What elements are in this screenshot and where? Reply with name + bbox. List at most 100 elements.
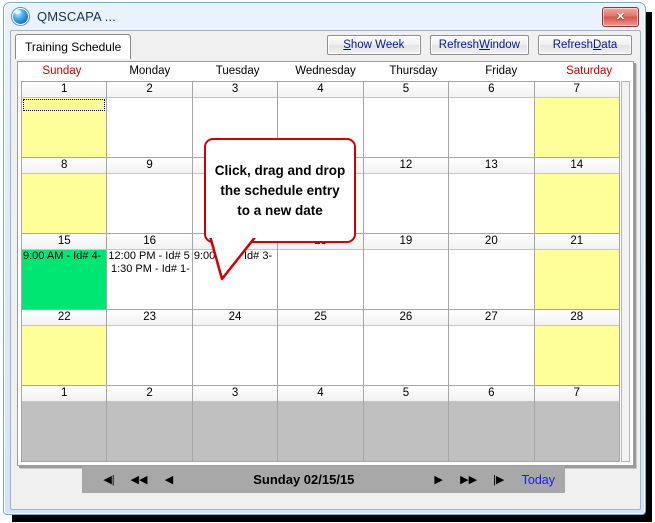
nav-first-button[interactable]: ◀| <box>94 473 124 486</box>
calendar-day-cell[interactable]: 7 <box>534 386 619 461</box>
calendar-day-cell[interactable]: 6 <box>449 386 535 461</box>
calendar-day-body[interactable]: 9:00 AM - Id# 3- <box>192 250 278 309</box>
calendar-day-body[interactable] <box>107 174 192 233</box>
refresh-data-button[interactable]: Refresh Data <box>538 35 632 55</box>
calendar-day-body[interactable] <box>278 402 363 461</box>
calendar-day-cell[interactable]: 2 <box>107 386 193 461</box>
calendar-day-body[interactable] <box>363 326 449 385</box>
calendar-day-body[interactable] <box>22 326 107 385</box>
calendar-day-cell[interactable]: 13 <box>449 158 535 233</box>
calendar-day-body[interactable] <box>192 326 278 385</box>
calendar-day-body[interactable] <box>449 98 534 157</box>
schedule-entry[interactable]: 12:00 PM - Id# 5 <box>107 250 191 263</box>
calendar-day-body[interactable] <box>107 98 192 157</box>
calendar-day-body[interactable] <box>449 326 534 385</box>
calendar-day-body[interactable] <box>278 98 363 157</box>
calendar-day-body[interactable] <box>278 326 363 385</box>
calendar-day-body[interactable] <box>363 98 449 157</box>
calendar-day-body[interactable] <box>107 326 192 385</box>
calendar-day-cell[interactable]: 11 <box>278 158 364 233</box>
calendar-day-cell[interactable]: 1 <box>22 386 108 461</box>
calendar-day-cell[interactable]: 21 <box>534 234 619 309</box>
calendar-day-header-tuesday: Tuesday <box>215 65 260 77</box>
calendar-day-body[interactable] <box>363 250 449 309</box>
calendar-day-cell[interactable]: 3 <box>192 82 279 157</box>
calendar-day-number: 2 <box>107 82 192 98</box>
calendar-day-cell[interactable]: 14 <box>534 158 619 233</box>
calendar-day-cell[interactable]: 18 <box>278 234 364 309</box>
show-week-button[interactable]: Show Week <box>326 35 421 55</box>
nav-next-fast-button[interactable]: ▶▶ <box>454 473 484 486</box>
calendar-day-cell[interactable]: 24 <box>192 310 279 385</box>
calendar-day-body[interactable] <box>192 402 278 461</box>
nav-last-button[interactable]: |▶ <box>484 473 514 486</box>
schedule-entry[interactable]: 9:00 AM - Id# 3- <box>193 250 277 263</box>
calendar-day-cell[interactable]: 22 <box>22 310 108 385</box>
calendar-day-cell[interactable]: 1 <box>22 82 108 157</box>
calendar-day-body[interactable] <box>534 326 619 385</box>
calendar-day-body[interactable] <box>534 402 619 461</box>
calendar-day-cell[interactable]: 2 <box>107 82 193 157</box>
calendar-day-body[interactable] <box>192 174 278 233</box>
schedule-entry[interactable]: 1:30 PM - Id# 1- <box>107 263 191 276</box>
calendar-day-body[interactable]: 12:00 PM - Id# 5 1:30 PM - Id# 1- <box>107 250 192 309</box>
calendar-day-cell[interactable]: 3 <box>192 386 279 461</box>
calendar-day-body[interactable] <box>192 98 278 157</box>
screen: QMSCAPA ... ✕ Training Schedule Show Wee… <box>0 0 655 523</box>
calendar-day-header-monday: Monday <box>129 65 171 77</box>
calendar-day-body[interactable] <box>363 402 449 461</box>
calendar-vertical-scrollbar[interactable] <box>621 81 630 462</box>
calendar-day-cell[interactable]: 4 <box>278 82 364 157</box>
calendar-day-body[interactable] <box>278 174 363 233</box>
calendar-day-body[interactable] <box>449 250 534 309</box>
calendar-day-number: 28 <box>534 310 619 326</box>
calendar-day-body[interactable] <box>22 98 107 157</box>
calendar-day-number: 6 <box>449 82 534 98</box>
calendar-day-body[interactable] <box>107 402 192 461</box>
calendar-day-cell[interactable]: 7 <box>534 82 619 157</box>
today-link[interactable]: Today <box>522 473 555 487</box>
calendar-day-cell[interactable]: 16 12:00 PM - Id# 5 1:30 PM - Id# 1- <box>107 234 193 309</box>
nav-prev-button[interactable]: ◀ <box>154 473 184 486</box>
title-bar[interactable]: QMSCAPA ... ✕ <box>4 3 645 30</box>
calendar-day-body[interactable] <box>22 402 107 461</box>
calendar-day-cell[interactable]: 15 9:00 AM - Id# 4- <box>22 234 108 309</box>
calendar-day-cell[interactable]: 17 9:00 AM - Id# 3- <box>192 234 279 309</box>
calendar-day-cell[interactable]: 10 <box>192 158 279 233</box>
calendar-day-cell[interactable]: 8 <box>22 158 108 233</box>
calendar-day-cell[interactable]: 5 <box>363 82 450 157</box>
calendar-day-cell[interactable]: 23 <box>107 310 193 385</box>
calendar-day-cell[interactable]: 20 <box>449 234 535 309</box>
calendar-day-body[interactable] <box>534 250 619 309</box>
calendar-day-number: 12 <box>363 158 449 174</box>
calendar-day-body[interactable] <box>534 174 619 233</box>
calendar-day-cell[interactable]: 19 <box>363 234 450 309</box>
calendar-day-body[interactable] <box>534 98 619 157</box>
calendar-day-cell[interactable]: 12 <box>363 158 450 233</box>
calendar-day-header-row: Sunday Monday Tuesday Wednesday Thursday Frid… <box>18 62 633 80</box>
calendar-day-cell[interactable]: 5 <box>363 386 450 461</box>
calendar-day-cell[interactable]: 26 <box>363 310 450 385</box>
calendar-day-body[interactable] <box>449 402 534 461</box>
calendar-day-cell[interactable]: 28 <box>534 310 619 385</box>
calendar-day-cell[interactable]: 25 <box>278 310 364 385</box>
refresh-window-button[interactable]: Refresh Window <box>429 35 529 55</box>
nav-prev-fast-button[interactable]: ◀◀ <box>124 473 154 486</box>
schedule-entry[interactable]: 9:00 AM - Id# 4- <box>22 250 106 263</box>
calendar-day-body[interactable]: 9:00 AM - Id# 4- <box>22 250 107 309</box>
calendar-day-number: 4 <box>278 82 363 98</box>
calendar-day-cell[interactable]: 27 <box>449 310 535 385</box>
nav-next-button[interactable]: ▶ <box>424 473 454 486</box>
calendar-day-body[interactable] <box>22 174 107 233</box>
calendar-day-body[interactable] <box>278 250 363 309</box>
calendar-day-body[interactable] <box>449 174 534 233</box>
calendar-day-cell[interactable]: 4 <box>278 386 364 461</box>
tab-training-schedule[interactable]: Training Schedule <box>15 34 132 59</box>
close-icon[interactable]: ✕ <box>602 6 639 27</box>
date-navigator: ◀| ◀◀ ◀ Sunday 02/15/15 ▶ ▶▶ |▶ Today <box>82 466 565 493</box>
calendar-day-cell[interactable]: 9 <box>107 158 193 233</box>
calendar-day-number: 23 <box>107 310 192 326</box>
calendar-day-cell[interactable]: 6 <box>449 82 535 157</box>
calendar-day-number: 1 <box>22 386 107 402</box>
calendar-day-body[interactable] <box>363 174 449 233</box>
